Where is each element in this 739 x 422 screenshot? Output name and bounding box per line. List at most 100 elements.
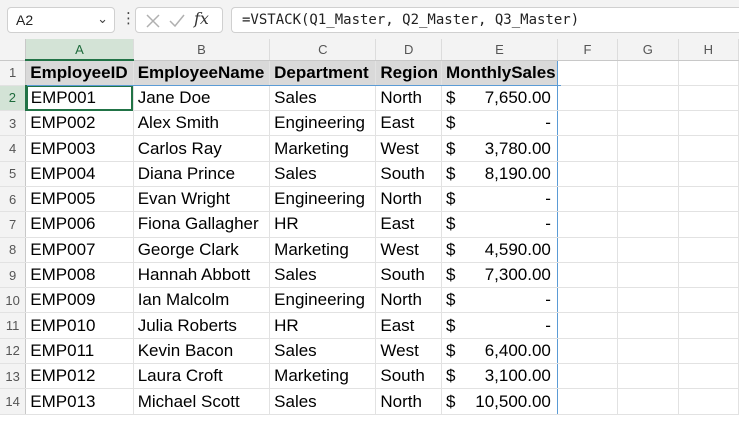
empty-cell[interactable] <box>557 363 619 390</box>
empty-cell[interactable] <box>678 85 739 112</box>
cell[interactable]: Sales <box>269 338 377 365</box>
row-header[interactable]: 12 <box>0 338 27 365</box>
currency-cell[interactable]: $8,190.00 <box>441 161 558 187</box>
header-cell[interactable]: MonthlySales <box>441 60 558 86</box>
cell[interactable]: West <box>375 135 443 162</box>
empty-cell[interactable] <box>557 211 619 238</box>
empty-cell[interactable] <box>678 388 739 415</box>
cell[interactable]: Carlos Ray <box>133 135 271 162</box>
column-header[interactable]: C <box>269 39 377 61</box>
column-header[interactable]: B <box>133 39 271 61</box>
cell[interactable]: Laura Croft <box>133 363 271 390</box>
empty-cell[interactable] <box>557 135 619 162</box>
cell[interactable]: EMP011 <box>25 338 134 365</box>
empty-cell[interactable] <box>557 388 619 415</box>
cell[interactable]: Fiona Gallagher <box>133 211 271 238</box>
column-header[interactable]: D <box>375 39 443 61</box>
row-header[interactable]: 3 <box>0 110 27 137</box>
empty-cell[interactable] <box>617 287 679 314</box>
cell[interactable]: EMP002 <box>25 110 134 137</box>
empty-cell[interactable] <box>557 338 619 365</box>
empty-cell[interactable] <box>678 161 739 187</box>
empty-cell[interactable] <box>678 60 739 86</box>
cell[interactable]: South <box>375 363 443 390</box>
currency-cell[interactable]: $3,780.00 <box>441 135 558 162</box>
column-header[interactable]: F <box>557 39 619 61</box>
empty-cell[interactable] <box>678 135 739 162</box>
cell[interactable]: Engineering <box>269 110 377 137</box>
row-header[interactable]: 8 <box>0 237 27 263</box>
cell[interactable]: Ian Malcolm <box>133 287 271 314</box>
header-cell[interactable]: EmployeeID <box>25 60 134 86</box>
empty-cell[interactable] <box>617 388 679 415</box>
cell[interactable]: Jane Doe <box>133 85 271 112</box>
cell[interactable]: EMP001 <box>25 85 134 112</box>
empty-cell[interactable] <box>617 161 679 187</box>
empty-cell[interactable] <box>557 60 619 86</box>
empty-cell[interactable] <box>557 85 619 112</box>
chevron-down-icon[interactable]: ⌄ <box>97 11 108 27</box>
cell[interactable]: EMP006 <box>25 211 134 238</box>
cell[interactable]: Engineering <box>269 186 377 213</box>
empty-cell[interactable] <box>557 186 619 213</box>
empty-cell[interactable] <box>678 211 739 238</box>
currency-cell[interactable]: $3,100.00 <box>441 363 558 390</box>
formula-input[interactable]: =VSTACK(Q1_Master, Q2_Master, Q3_Master) <box>231 7 739 33</box>
cell[interactable]: East <box>375 110 443 137</box>
insert-function-icon[interactable]: fx <box>194 9 209 28</box>
row-header[interactable]: 13 <box>0 363 27 390</box>
currency-cell[interactable]: $ - <box>441 211 558 238</box>
header-cell[interactable]: Region <box>375 60 443 86</box>
row-header[interactable]: 6 <box>0 186 27 213</box>
empty-cell[interactable] <box>557 237 619 263</box>
cell[interactable]: George Clark <box>133 237 271 263</box>
column-header[interactable]: E <box>441 39 558 61</box>
cell[interactable]: East <box>375 211 443 238</box>
empty-cell[interactable] <box>678 186 739 213</box>
cell[interactable]: Marketing <box>269 363 377 390</box>
row-header[interactable]: 7 <box>0 211 27 238</box>
cell[interactable]: Marketing <box>269 135 377 162</box>
empty-cell[interactable] <box>557 161 619 187</box>
header-cell[interactable]: Department <box>269 60 377 86</box>
cell[interactable]: Engineering <box>269 287 377 314</box>
vertical-dots-icon[interactable]: ⋮ <box>121 9 136 29</box>
cell[interactable]: EMP012 <box>25 363 134 390</box>
empty-cell[interactable] <box>678 237 739 263</box>
cell[interactable]: Kevin Bacon <box>133 338 271 365</box>
column-header[interactable]: A <box>25 39 134 61</box>
cancel-icon[interactable] <box>144 12 162 30</box>
empty-cell[interactable] <box>617 85 679 112</box>
select-all-corner[interactable] <box>0 39 27 61</box>
currency-cell[interactable]: $10,500.00 <box>441 388 558 415</box>
currency-cell[interactable]: $ - <box>441 287 558 314</box>
cell[interactable]: EMP004 <box>25 161 134 187</box>
checkmark-icon[interactable] <box>168 12 186 30</box>
row-header[interactable]: 9 <box>0 262 27 289</box>
row-header[interactable]: 4 <box>0 135 27 162</box>
cell[interactable]: South <box>375 161 443 187</box>
cell[interactable]: West <box>375 237 443 263</box>
currency-cell[interactable]: $4,590.00 <box>441 237 558 263</box>
empty-cell[interactable] <box>678 262 739 289</box>
empty-cell[interactable] <box>617 135 679 162</box>
cell[interactable]: Michael Scott <box>133 388 271 415</box>
empty-cell[interactable] <box>617 312 679 339</box>
currency-cell[interactable]: $7,300.00 <box>441 262 558 289</box>
cell[interactable]: EMP010 <box>25 312 134 339</box>
currency-cell[interactable]: $7,650.00 <box>441 85 558 112</box>
cell[interactable]: East <box>375 312 443 339</box>
cell[interactable]: Sales <box>269 262 377 289</box>
empty-cell[interactable] <box>678 312 739 339</box>
cell[interactable]: HR <box>269 312 377 339</box>
cell[interactable]: Alex Smith <box>133 110 271 137</box>
cell[interactable]: EMP003 <box>25 135 134 162</box>
name-box-value[interactable]: A2 <box>16 12 33 28</box>
empty-cell[interactable] <box>557 312 619 339</box>
empty-cell[interactable] <box>617 110 679 137</box>
empty-cell[interactable] <box>617 338 679 365</box>
row-header[interactable]: 1 <box>0 60 27 86</box>
cell[interactable]: South <box>375 262 443 289</box>
column-header[interactable]: H <box>678 39 739 61</box>
cell[interactable]: EMP013 <box>25 388 134 415</box>
